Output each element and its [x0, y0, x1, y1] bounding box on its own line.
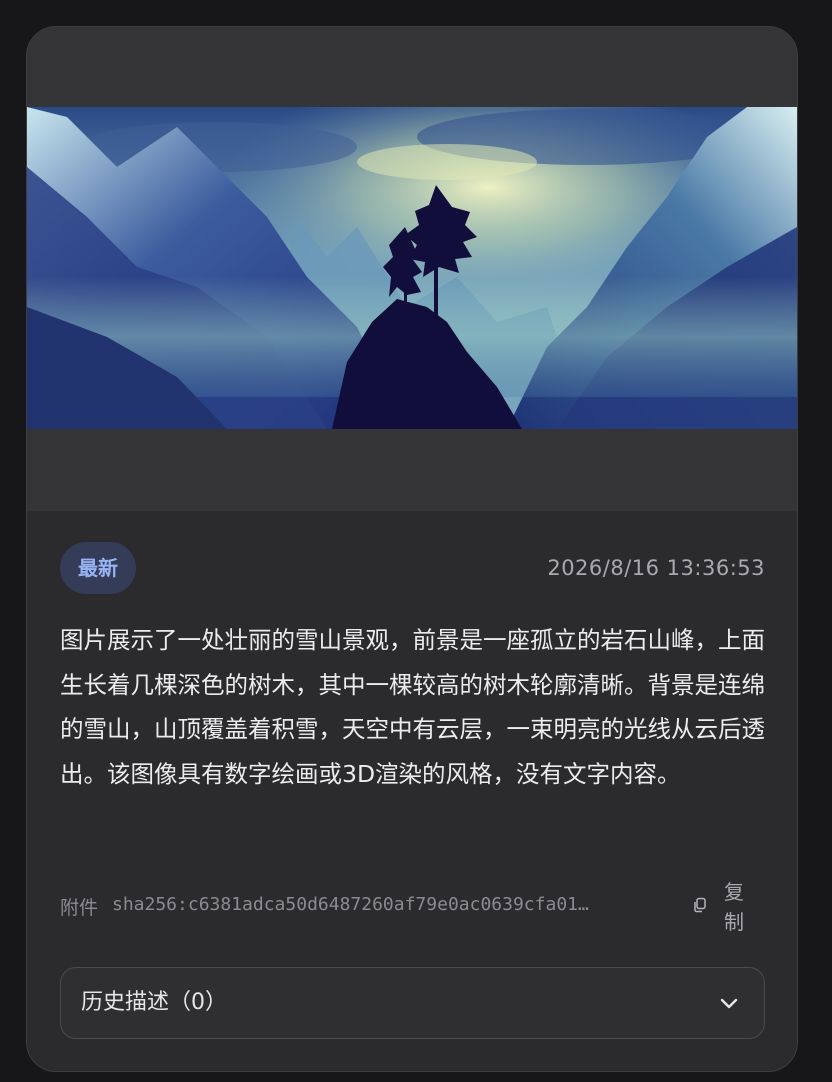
- attachment-hash: sha256:c6381adca50d6487260af79e0ac0639cf…: [112, 894, 589, 915]
- meta-row: 最新 2026/8/16 13:36:53: [60, 542, 765, 594]
- timestamp: 2026/8/16 13:36:53: [547, 556, 765, 580]
- history-title: 历史描述（0）: [81, 990, 227, 1015]
- copy-button-label: 复制: [724, 880, 744, 934]
- attachment-label: 附件: [60, 897, 99, 919]
- copy-icon: [694, 897, 706, 913]
- latest-badge: 最新: [60, 542, 136, 594]
- mountain-landscape-image[interactable]: [27, 107, 797, 429]
- chevron-down-icon: [720, 998, 738, 1009]
- history-description-dropdown[interactable]: 历史描述（0）: [60, 967, 765, 1039]
- image-description-card: 最新 2026/8/16 13:36:53 图片展示了一处壮丽的雪山景观，前景是…: [26, 26, 798, 1072]
- image-description-text: 图片展示了一处壮丽的雪山景观，前景是一座孤立的岩石山峰，上面生长着几棵深色的树木…: [60, 626, 765, 788]
- copy-button[interactable]: 复制: [692, 877, 764, 937]
- image-preview-area: [27, 27, 797, 511]
- attachment-row: 附件 sha256:c6381adca50d6487260af79e0ac063…: [60, 877, 765, 937]
